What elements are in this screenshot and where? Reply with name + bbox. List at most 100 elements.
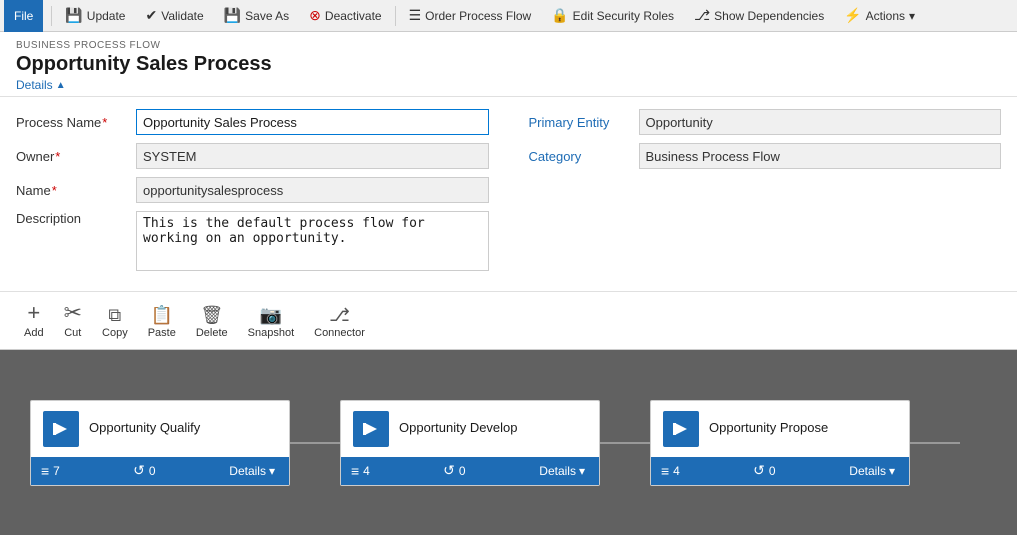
loop-item: ↺ 0	[133, 462, 225, 479]
details-chevron-icon: ▾	[579, 464, 585, 478]
breadcrumb: BUSINESS PROCESS FLOW	[16, 40, 1001, 51]
connector-button[interactable]: ⎇ Connector	[306, 302, 373, 343]
description-area: Description This is the default process …	[16, 211, 489, 271]
deactivate-button[interactable]: ⊗ Deactivate	[300, 3, 390, 29]
sep1	[51, 6, 52, 26]
page-header: BUSINESS PROCESS FLOW Opportunity Sales …	[0, 32, 1017, 97]
validate-button[interactable]: ✔ Validate	[136, 3, 212, 29]
owner-row: Owner*	[16, 143, 489, 169]
steps-icon: ≡	[351, 463, 359, 479]
update-icon: 💾	[65, 7, 82, 24]
stage-header: Opportunity Qualify	[31, 401, 289, 457]
file-button[interactable]: File	[4, 0, 43, 32]
required-star3: *	[52, 183, 57, 198]
stage-footer: ≡ 7 ↺ 0 Details ▾	[31, 457, 289, 485]
steps-count: 7	[53, 464, 60, 478]
cut-button[interactable]: ✂ Cut	[56, 298, 90, 343]
details-button[interactable]: Details ▾	[535, 462, 589, 480]
delete-button[interactable]: 🗑 Delete	[188, 302, 236, 343]
delete-icon: 🗑	[200, 306, 223, 324]
stage-icon	[353, 411, 389, 447]
loop-icon: ↺	[753, 462, 765, 479]
primary-entity-label: Primary Entity	[529, 115, 639, 130]
stage-icon	[43, 411, 79, 447]
owner-input[interactable]	[136, 143, 489, 169]
process-name-label: Process Name*	[16, 115, 136, 130]
stage-card[interactable]: Opportunity Qualify ≡ 7 ↺ 0 Details ▾	[30, 400, 290, 486]
form-right: Primary Entity Category	[529, 109, 1002, 279]
description-textarea[interactable]: This is the default process flow for wor…	[136, 211, 489, 271]
snapshot-icon: 📷	[260, 306, 282, 324]
stage-title: Opportunity Qualify	[89, 420, 200, 437]
connector-icon: ⎇	[329, 306, 350, 324]
validate-icon: ✔	[145, 7, 157, 24]
security-icon: 🔒	[551, 7, 568, 24]
loop-item: ↺ 0	[443, 462, 535, 479]
connector-line	[290, 442, 340, 444]
required-star2: *	[55, 149, 60, 164]
details-link[interactable]: Details ▲	[16, 78, 1001, 92]
chevron-up-icon: ▲	[56, 80, 66, 91]
process-canvas[interactable]: Opportunity Qualify ≡ 7 ↺ 0 Details ▾	[0, 350, 1017, 535]
copy-icon: ⧉	[108, 306, 121, 324]
details-chevron-icon: ▾	[269, 464, 275, 478]
name-input[interactable]	[136, 177, 489, 203]
description-label: Description	[16, 211, 136, 271]
details-button[interactable]: Details ▾	[225, 462, 279, 480]
steps-count: 4	[673, 464, 680, 478]
show-dependencies-button[interactable]: ⎇ Show Dependencies	[685, 3, 833, 29]
loop-item: ↺ 0	[753, 462, 845, 479]
order-process-flow-button[interactable]: ☰ Order Process Flow	[400, 3, 541, 29]
copy-button[interactable]: ⧉ Copy	[94, 302, 136, 343]
icon-toolbar: + Add ✂ Cut ⧉ Copy 📋 Paste 🗑 Delete 📷 Sn…	[0, 291, 1017, 350]
loop-count: 0	[149, 464, 156, 478]
actions-button[interactable]: ⚡ Actions ▾	[835, 3, 924, 29]
deactivate-icon: ⊗	[309, 7, 321, 24]
steps-item: ≡ 7	[41, 463, 133, 479]
actions-chevron-icon: ▾	[909, 9, 915, 23]
add-button[interactable]: + Add	[16, 298, 52, 343]
loop-count: 0	[769, 464, 776, 478]
actions-icon: ⚡	[844, 7, 861, 24]
paste-button[interactable]: 📋 Paste	[140, 302, 184, 343]
update-button[interactable]: 💾 Update	[56, 3, 134, 29]
loop-count: 0	[459, 464, 466, 478]
details-label: Details	[539, 464, 576, 478]
save-as-button[interactable]: 💾 Save As	[215, 3, 298, 29]
name-label: Name*	[16, 183, 136, 198]
cut-icon: ✂	[64, 302, 82, 324]
process-name-input[interactable]	[136, 109, 489, 135]
details-label: Details	[229, 464, 266, 478]
paste-icon: 📋	[151, 306, 173, 324]
category-input	[639, 143, 1002, 169]
details-button[interactable]: Details ▾	[845, 462, 899, 480]
steps-item: ≡ 4	[661, 463, 753, 479]
steps-count: 4	[363, 464, 370, 478]
details-label: Details	[849, 464, 886, 478]
stage-footer: ≡ 4 ↺ 0 Details ▾	[341, 457, 599, 485]
stage-card[interactable]: Opportunity Propose ≡ 4 ↺ 0 Details ▾	[650, 400, 910, 486]
steps-icon: ≡	[661, 463, 669, 479]
snapshot-button[interactable]: 📷 Snapshot	[240, 302, 302, 343]
stage-icon	[663, 411, 699, 447]
connector-line	[600, 442, 650, 444]
category-label: Category	[529, 149, 639, 164]
details-chevron-icon: ▾	[889, 464, 895, 478]
main-toolbar: File 💾 Update ✔ Validate 💾 Save As ⊗ Dea…	[0, 0, 1017, 32]
stage-card[interactable]: Opportunity Develop ≡ 4 ↺ 0 Details ▾	[340, 400, 600, 486]
name-row: Name*	[16, 177, 489, 203]
primary-entity-row: Primary Entity	[529, 109, 1002, 135]
owner-label: Owner*	[16, 149, 136, 164]
order-icon: ☰	[409, 7, 422, 24]
form-left: Process Name* Owner* Name* Description T…	[16, 109, 489, 279]
stage-title: Opportunity Propose	[709, 420, 828, 437]
primary-entity-input	[639, 109, 1002, 135]
loop-icon: ↺	[443, 462, 455, 479]
sep2	[395, 6, 396, 26]
required-star: *	[102, 115, 107, 130]
category-row: Category	[529, 143, 1002, 169]
edit-security-roles-button[interactable]: 🔒 Edit Security Roles	[542, 3, 683, 29]
steps-item: ≡ 4	[351, 463, 443, 479]
stage-header: Opportunity Propose	[651, 401, 909, 457]
page-title: Opportunity Sales Process	[16, 53, 1001, 76]
